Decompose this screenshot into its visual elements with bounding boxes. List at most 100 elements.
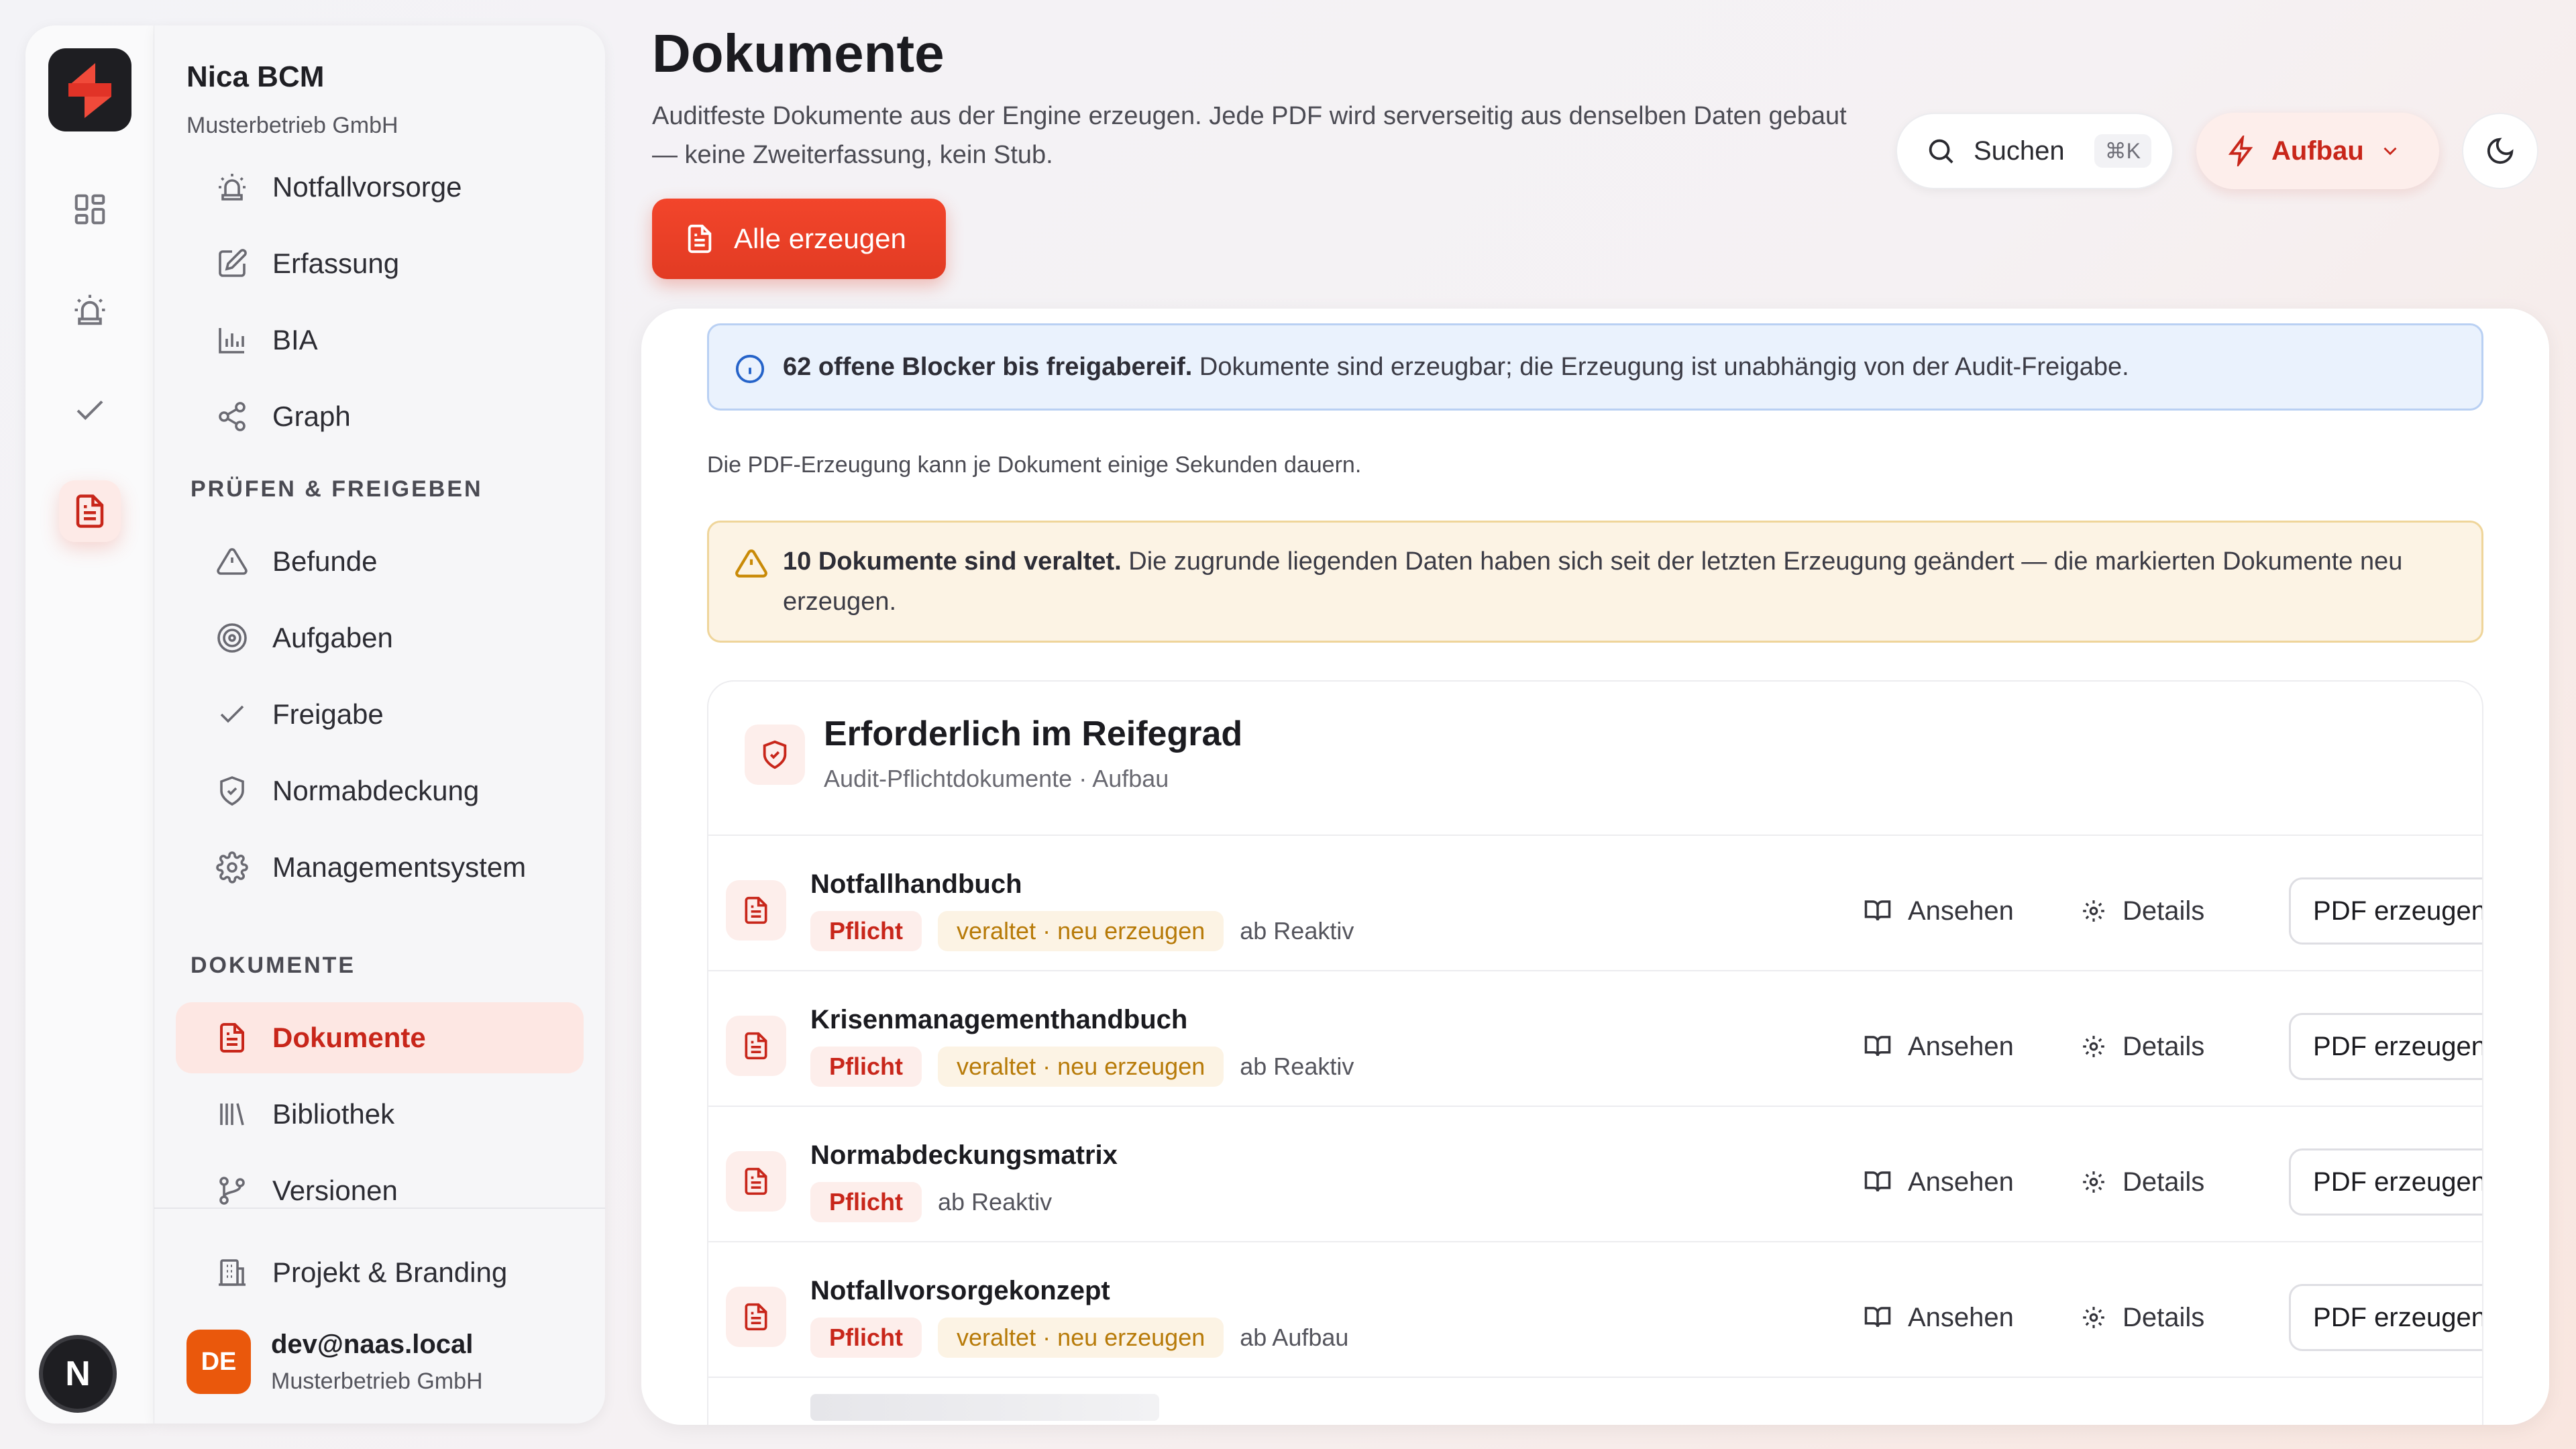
card-header: Erforderlich im Reifegrad Audit-Pflichtd…	[708, 682, 2482, 836]
required-badge: Pflicht	[810, 911, 922, 951]
sidebar-item-aufgaben[interactable]: Aufgaben	[176, 602, 584, 674]
sidebar-item-notfallvorsorge[interactable]: Notfallvorsorge	[176, 152, 584, 223]
sidebar-item-label: Befunde	[272, 545, 378, 577]
generate-pdf-button[interactable]: PDF erzeugen	[2289, 1013, 2482, 1080]
outdated-badge: veraltet · neu erzeugen	[938, 911, 1224, 951]
sidebar-item-freigabe[interactable]: Freigabe	[176, 679, 584, 750]
generate-pdf-button[interactable]: PDF erzeugen	[2289, 1284, 2482, 1351]
rail-user-avatar[interactable]: N	[39, 1335, 117, 1413]
sidebar-item-label: Bibliothek	[272, 1098, 395, 1130]
doc-tags: Pflicht veraltet · neu erzeugen ab Aufba…	[810, 1318, 1348, 1358]
gear-icon	[2083, 1307, 2104, 1328]
branch-icon	[219, 1177, 245, 1205]
document-icon	[745, 1032, 767, 1060]
sidebar-item-normabdeckung[interactable]: Normabdeckung	[176, 755, 584, 826]
sidebar-item-bibliothek[interactable]: Bibliothek	[176, 1079, 584, 1150]
user-initials: DE	[201, 1347, 237, 1376]
sidebar-item-managementsystem[interactable]: Managementsystem	[176, 832, 584, 903]
siren-icon	[74, 294, 105, 325]
details-button[interactable]: Details	[2081, 877, 2204, 945]
sidebar-item-erfassung[interactable]: Erfassung	[176, 228, 584, 299]
card-title: Erforderlich im Reifegrad	[824, 714, 1243, 753]
doc-level: ab Reaktiv	[1240, 1053, 1354, 1080]
building-icon	[219, 1259, 246, 1286]
outdated-badge: veraltet · neu erzeugen	[938, 1046, 1224, 1087]
page-title: Dokumente	[652, 23, 945, 83]
phase-dropdown[interactable]: Aufbau	[2196, 113, 2439, 189]
doc-level: ab Reaktiv	[938, 1188, 1053, 1216]
icon-rail: N	[25, 25, 154, 1424]
document-icon	[688, 224, 712, 254]
gear-icon	[2083, 1036, 2104, 1057]
rail-emergency-button[interactable]	[59, 279, 121, 341]
section-label-documents: DOKUMENTE	[191, 953, 356, 978]
generate-pdf-button[interactable]: PDF erzeugen	[2289, 1148, 2482, 1216]
view-button[interactable]: Ansehen	[1864, 1284, 2014, 1351]
rail-user-initial: N	[65, 1354, 91, 1393]
sidebar-item-label: Managementsystem	[272, 851, 527, 883]
sidebar-item-label: Versionen	[272, 1175, 398, 1206]
phase-label: Aufbau	[2271, 136, 2364, 166]
generate-all-button[interactable]: Alle erzeugen	[652, 199, 946, 279]
grid-icon	[74, 194, 105, 225]
rail-dashboard-button[interactable]	[59, 178, 121, 240]
user-org: Musterbetrieb GmbH	[271, 1368, 483, 1394]
details-button[interactable]: Details	[2081, 1148, 2204, 1216]
generate-all-label: Alle erzeugen	[734, 223, 906, 254]
doc-icon	[726, 880, 786, 941]
required-badge: Pflicht	[810, 1046, 922, 1087]
doc-name: Normabdeckungsmatrix	[810, 1140, 1118, 1170]
required-documents-card: Erforderlich im Reifegrad Audit-Pflichtd…	[707, 680, 2483, 1425]
view-label: Ansehen	[1908, 1302, 2014, 1332]
sidebar-item-graph[interactable]: Graph	[176, 381, 584, 452]
view-button[interactable]: Ansehen	[1864, 1013, 2014, 1080]
bar-chart-icon	[219, 328, 244, 354]
sidebar-item-label: Dokumente	[272, 1022, 426, 1053]
view-label: Ansehen	[1908, 896, 2014, 926]
check-icon	[76, 400, 103, 421]
user-email[interactable]: dev@naas.local	[271, 1330, 473, 1360]
book-open-icon	[1864, 1036, 1891, 1057]
sidebar-item-dokumente[interactable]: Dokumente	[176, 1002, 584, 1073]
view-button[interactable]: Ansehen	[1864, 1148, 2014, 1216]
siren-icon	[219, 174, 246, 201]
search-icon	[1929, 139, 1953, 164]
info-alert-bold: 62 offene Blocker bis freigabereif.	[783, 352, 1193, 381]
view-label: Ansehen	[1908, 1031, 2014, 1061]
rail-approval-button[interactable]	[59, 380, 121, 441]
user-avatar[interactable]: DE	[186, 1330, 251, 1394]
table-row: Normabdeckungsmatrix Pflicht ab Reaktiv …	[708, 1107, 2482, 1242]
org-name: Nica BCM	[186, 60, 325, 93]
generate-pdf-button[interactable]: PDF erzeugen	[2289, 877, 2482, 945]
doc-tags: Pflicht veraltet · neu erzeugen ab Reakt…	[810, 1046, 1354, 1087]
view-button[interactable]: Ansehen	[1864, 877, 2014, 945]
document-icon	[220, 1023, 244, 1053]
doc-icon	[726, 1287, 786, 1347]
card-subtitle: Audit-Pflichtdokumente · Aufbau	[824, 765, 1169, 792]
shield-check-icon	[763, 740, 787, 769]
details-label: Details	[2123, 1031, 2205, 1061]
document-icon	[745, 1303, 767, 1331]
sidebar-item-label: Erfassung	[272, 248, 400, 279]
sidebar-item-projekt-branding[interactable]: Projekt & Branding	[176, 1237, 584, 1308]
details-label: Details	[2123, 1167, 2205, 1197]
required-badge: Pflicht	[810, 1318, 922, 1358]
document-icon	[76, 494, 104, 528]
sidebar-item-versionen[interactable]: Versionen	[176, 1155, 584, 1226]
theme-toggle-button[interactable]	[2462, 113, 2538, 189]
book-open-icon	[1864, 1307, 1891, 1328]
gear-icon	[216, 851, 248, 883]
sidebar-item-befunde[interactable]: Befunde	[176, 526, 584, 597]
sidebar-item-bia[interactable]: BIA	[176, 305, 584, 376]
details-button[interactable]: Details	[2081, 1013, 2204, 1080]
details-button[interactable]: Details	[2081, 1284, 2204, 1351]
doc-tags: Pflicht ab Reaktiv	[810, 1182, 1052, 1222]
search-button[interactable]: Suchen ⌘K	[1896, 113, 2174, 189]
document-icon	[745, 896, 767, 924]
rail-documents-button[interactable]	[59, 480, 121, 542]
app-logo[interactable]	[48, 48, 131, 131]
main-panel: 62 offene Blocker bis freigabereif. Doku…	[641, 309, 2549, 1425]
details-label: Details	[2123, 1302, 2205, 1332]
doc-level: ab Aufbau	[1240, 1324, 1349, 1351]
doc-icon	[726, 1016, 786, 1076]
